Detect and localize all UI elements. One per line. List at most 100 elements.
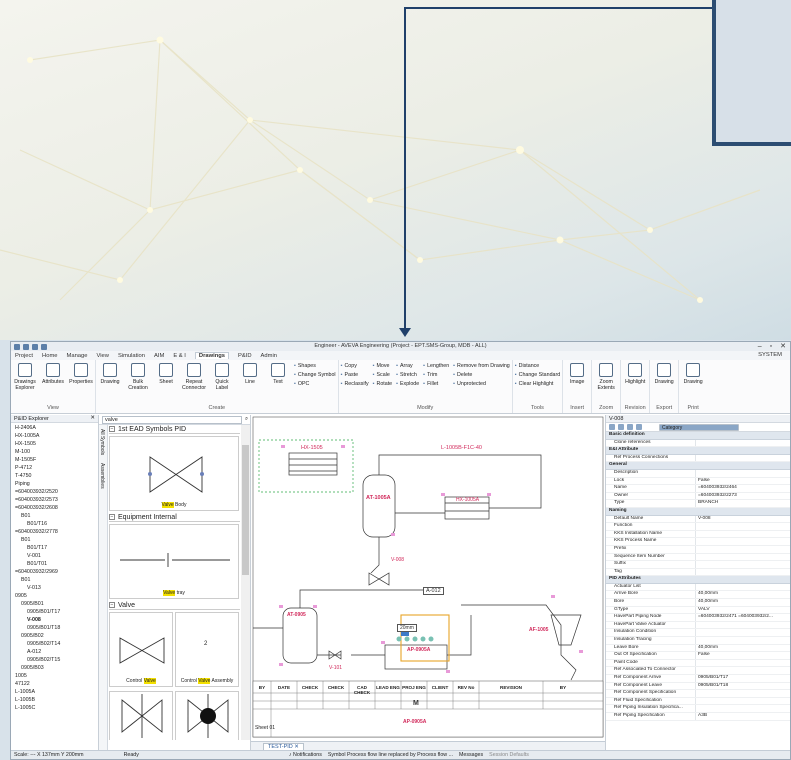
line-button[interactable]: Line (238, 361, 262, 405)
messages-button[interactable]: Messages (459, 752, 483, 758)
property-value[interactable]: =604003932/2273 (696, 493, 790, 500)
symbol-valve-body[interactable]: Valve Body (109, 436, 239, 511)
property-value[interactable] (696, 584, 790, 591)
tree-item[interactable]: 0905/B02 (13, 632, 96, 640)
property-row[interactable]: Ref Piping Specification A3B (606, 712, 790, 721)
maximize-button[interactable]: ▫ (770, 342, 772, 351)
minimize-button[interactable]: – (758, 342, 762, 351)
property-section[interactable]: E&I Attribute (606, 447, 790, 455)
tree-item[interactable]: 0905 (13, 592, 96, 600)
tree-item[interactable]: T-4750 (13, 472, 96, 480)
tree-item[interactable]: 0905/B03 (13, 664, 96, 672)
delete-button[interactable]: Delete (453, 372, 510, 378)
property-value[interactable] (696, 561, 790, 568)
shapes-button[interactable]: Shapes (294, 363, 336, 369)
export-drawing-button[interactable]: Drawing (652, 361, 676, 405)
categorized-icon[interactable] (609, 424, 615, 430)
property-section[interactable]: Naming (606, 507, 790, 516)
property-value[interactable]: 40,00mm (696, 599, 790, 606)
drawings-explorer-button[interactable]: Drawings Explorer (13, 361, 37, 405)
menu-simulation[interactable]: Simulation (118, 353, 145, 359)
change-symbol-button[interactable]: Change Symbol (294, 372, 336, 378)
property-value[interactable] (696, 554, 790, 561)
property-value[interactable]: =604003932/2471 =604003932/2... (696, 614, 790, 621)
property-row[interactable]: Ref Process Connections (606, 454, 790, 463)
property-value[interactable] (696, 531, 790, 538)
tree-item[interactable]: 0905/B02/T15 (13, 656, 96, 664)
drawing-button[interactable]: Drawing (98, 361, 122, 405)
symbol-search-input[interactable]: valve (102, 415, 242, 424)
collapse-icon[interactable]: − (109, 602, 115, 608)
repeat-connector-button[interactable]: Repeat Connector (182, 361, 206, 405)
property-value[interactable] (696, 538, 790, 545)
property-row[interactable]: Insulation Condition (606, 629, 790, 638)
tree-item[interactable]: B01 (13, 576, 96, 584)
filter-icon[interactable] (627, 424, 633, 430)
label-at-0905[interactable]: AT-0905 (287, 612, 306, 618)
property-value[interactable] (696, 546, 790, 553)
property-value[interactable]: 40,00mm (696, 591, 790, 598)
alphabetical-icon[interactable] (618, 424, 624, 430)
property-row[interactable]: GType VALV (606, 606, 790, 615)
image-button[interactable]: Image (565, 361, 589, 405)
menu-pid[interactable]: P&ID (238, 353, 252, 359)
motor-symbol[interactable]: M (413, 700, 419, 707)
property-value[interactable] (696, 667, 790, 674)
reclassify-button[interactable]: Reclassify (341, 381, 368, 387)
clear-highlight-button[interactable]: Clear Highlight (515, 381, 560, 387)
property-value[interactable] (696, 705, 790, 712)
tree-item[interactable]: 0905/B02/T14 (13, 640, 96, 648)
collapse-icon[interactable]: − (109, 426, 115, 432)
tree-item[interactable]: A-012 (13, 648, 96, 656)
property-row[interactable]: Prefix (606, 545, 790, 554)
symbol-group-header[interactable]: − Equipment Internal (109, 513, 240, 522)
property-value[interactable] (696, 660, 790, 667)
unprotected-button[interactable]: Unprotected (453, 381, 510, 387)
sheet-button[interactable]: Sheet (154, 361, 178, 405)
property-row[interactable]: Leave Bore 40,00mm (606, 644, 790, 653)
tree-item[interactable]: Piping (13, 480, 96, 488)
bulk-creation-button[interactable]: Bulk Creation (126, 361, 150, 405)
symbol-four-way-valve[interactable] (109, 691, 173, 740)
system-user[interactable]: SYSTEM (758, 352, 782, 358)
close-icon[interactable]: ✕ (90, 415, 95, 421)
property-row[interactable]: Ref Component Arrive 0905/B01/T17 (606, 675, 790, 683)
view-mode-select[interactable]: Category (659, 423, 739, 431)
label-hx-1005a[interactable]: HX-1005A (456, 497, 479, 503)
property-row[interactable]: Insulation Tracing (606, 637, 790, 645)
tree-item[interactable]: P-4712 (13, 464, 96, 472)
property-row[interactable]: Owner =604003932/2273 (606, 492, 790, 501)
paste-button[interactable]: Paste (341, 372, 369, 378)
drawing-canvas[interactable]: HX-1505 L-1005B-F1C-40 AT-1005A HX-1005A… (251, 415, 606, 751)
tree-item[interactable]: B01/T01 (13, 560, 96, 568)
property-value[interactable] (696, 569, 790, 576)
property-value[interactable]: 40,00mm (696, 645, 790, 652)
property-value[interactable]: A3B (696, 713, 790, 720)
tree-item[interactable]: L-1005A (13, 688, 96, 696)
remove-from-drawing-button[interactable]: Remove from Drawing (453, 363, 510, 369)
close-button[interactable]: ✕ (780, 342, 786, 351)
menu-ei[interactable]: E & I (173, 353, 186, 359)
attributes-button[interactable]: Attributes (41, 361, 65, 405)
distance-button[interactable]: Distance (515, 363, 560, 369)
symbol-valve-tray[interactable]: Valve tray (109, 524, 239, 599)
menu-drawings[interactable]: Drawings (194, 352, 229, 359)
property-row[interactable]: Arrive Bore 40,00mm (606, 591, 790, 600)
property-value[interactable] (696, 690, 790, 697)
print-drawing-button[interactable]: Drawing (681, 361, 705, 405)
symbol-scrollbar[interactable] (241, 425, 250, 740)
stretch-button[interactable]: Stretch (396, 372, 419, 378)
tree-item[interactable]: =604003932/2520 (13, 488, 96, 496)
menu-aim[interactable]: AIM (154, 353, 164, 359)
tree-item[interactable]: B01 (13, 512, 96, 520)
highlight-button[interactable]: Highlight (623, 361, 647, 405)
property-row[interactable]: KKS Installation Name (606, 530, 790, 539)
label-pipeline[interactable]: L-1005B-F1C-40 (441, 445, 482, 451)
tree-item[interactable]: M-100 (13, 448, 96, 456)
tree-item[interactable]: 0905/B01 (13, 600, 96, 608)
refresh-icon[interactable] (636, 424, 642, 430)
property-row[interactable]: Type BRANCH (606, 500, 790, 508)
property-row[interactable]: HavePart Valve Actuator (606, 621, 790, 630)
menu-manage[interactable]: Manage (67, 353, 88, 359)
tree-item[interactable]: =604003932/2608 (13, 504, 96, 512)
